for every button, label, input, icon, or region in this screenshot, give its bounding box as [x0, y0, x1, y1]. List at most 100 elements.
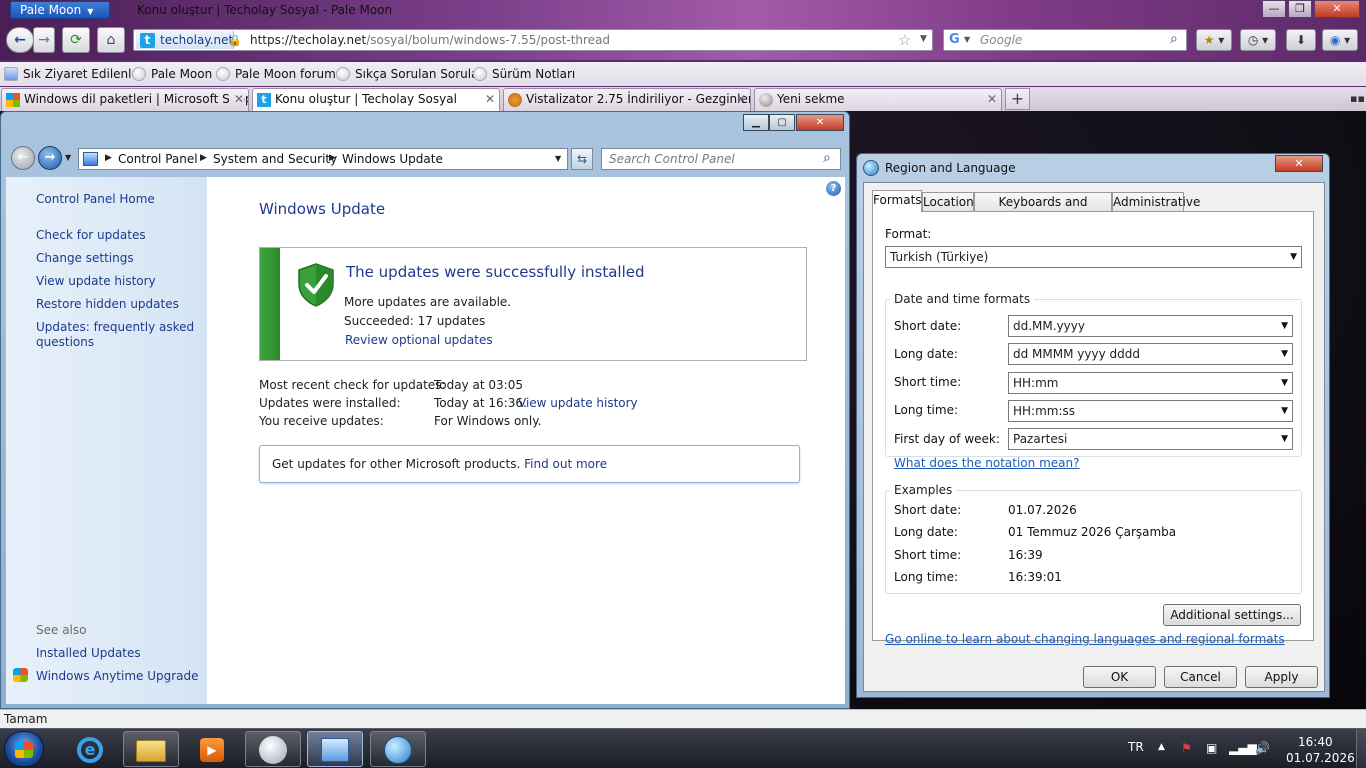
cp-search-input[interactable]: Search Control Panel [609, 152, 735, 166]
link-change-settings[interactable]: Change settings [36, 251, 134, 265]
recent-pages-dropdown-icon[interactable]: ▼ [65, 153, 71, 162]
breadcrumb-arrow-icon[interactable]: ▶ [105, 153, 112, 163]
taskbar-media-player[interactable]: ▶ [184, 731, 240, 767]
site-identity-button[interactable]: t techolay.net [136, 31, 234, 49]
link-find-out-more[interactable]: Find out more [524, 457, 607, 471]
clock-time[interactable]: 16:40 [1298, 735, 1333, 749]
tab-close-icon[interactable]: ✕ [987, 89, 997, 110]
long-time-select[interactable]: HH:mm:ss ▼ [1008, 400, 1293, 422]
tab-formats[interactable]: Formats [872, 190, 922, 212]
link-windows-anytime-upgrade[interactable]: Windows Anytime Upgrade [36, 669, 199, 683]
addons-button[interactable]: ◉ ▾ [1322, 29, 1358, 51]
cancel-button[interactable]: Cancel [1164, 666, 1237, 688]
input-language-indicator[interactable]: TR [1128, 740, 1144, 754]
network-signal-icon[interactable]: ▂▄▆ [1229, 741, 1257, 755]
long-date-select[interactable]: dd MMMM yyyy dddd ▼ [1008, 343, 1293, 365]
breadcrumb-control-panel[interactable]: Control Panel [118, 152, 198, 166]
first-day-select[interactable]: Pazartesi ▼ [1008, 428, 1293, 450]
ok-button[interactable]: OK [1083, 666, 1156, 688]
additional-settings-button[interactable]: Additional settings... [1163, 604, 1301, 626]
clock-date[interactable]: 01.07.2026 [1286, 751, 1355, 765]
taskbar-explorer[interactable] [123, 731, 179, 767]
home-button[interactable]: ⌂ [97, 27, 125, 53]
bookmark-most-visited[interactable]: Sık Ziyaret Edilenler [4, 67, 144, 81]
cp-address-bar[interactable]: ▶ Control Panel ▶ System and Security ▶ … [78, 148, 568, 170]
link-online-help[interactable]: Go online to learn about changing langua… [885, 632, 1305, 646]
short-date-select[interactable]: dd.MM.yyyy ▼ [1008, 315, 1293, 337]
search-engine-icon[interactable]: G [949, 32, 960, 47]
search-icon[interactable]: ⌕ [1170, 31, 1178, 47]
cp-back-button[interactable]: ← [11, 146, 35, 170]
taskbar-region-language[interactable] [370, 731, 426, 767]
bookmark-pale-moon-forum[interactable]: Pale Moon forum [216, 67, 336, 81]
bookmark-faq[interactable]: Sıkça Sorulan Sorular [336, 67, 483, 81]
breadcrumb-arrow-icon[interactable]: ▶ [329, 153, 336, 163]
tab-windows-language-packs[interactable]: Windows dil paketleri | Microsoft Supp ✕ [1, 88, 249, 111]
apply-button[interactable]: Apply [1245, 666, 1318, 688]
show-desktop-button[interactable] [1356, 729, 1366, 768]
short-time-select[interactable]: HH:mm ▼ [1008, 372, 1293, 394]
history-button[interactable]: ◷ ▾ [1240, 29, 1276, 51]
tab-close-icon[interactable]: ✕ [736, 89, 746, 110]
tab-vistalizator[interactable]: Vistalizator 2.75 İndiriliyor - Gezginle… [503, 88, 751, 111]
taskbar-internet-explorer[interactable]: e [62, 731, 118, 767]
url-history-dropdown-icon[interactable]: ▼ [920, 34, 927, 44]
breadcrumb-windows-update[interactable]: Windows Update [342, 152, 443, 166]
url-text[interactable]: https://techolay.net/sosyal/bolum/window… [250, 33, 610, 47]
forward-button[interactable]: → [33, 27, 55, 53]
dialog-close-button[interactable]: ✕ [1275, 155, 1323, 172]
search-icon[interactable]: ⌕ [823, 150, 831, 166]
address-dropdown-icon[interactable]: ▼ [555, 154, 561, 163]
breadcrumb-system-security[interactable]: System and Security [213, 152, 337, 166]
tab-new-tab[interactable]: Yeni sekme ✕ [754, 88, 1002, 111]
search-bar[interactable]: G ▼ Google ⌕ [943, 29, 1187, 51]
search-engine-dropdown-icon[interactable]: ▼ [964, 35, 970, 44]
link-review-optional-updates[interactable]: Review optional updates [345, 333, 493, 347]
link-installed-updates[interactable]: Installed Updates [36, 646, 141, 660]
format-select[interactable]: Turkish (Türkiye) ▼ [885, 246, 1302, 268]
link-check-for-updates[interactable]: Check for updates [36, 228, 146, 242]
cp-search-box[interactable]: Search Control Panel ⌕ [601, 148, 841, 170]
tab-close-icon[interactable]: ✕ [485, 89, 495, 110]
help-icon[interactable]: ? [826, 181, 841, 196]
bookmark-pale-moon[interactable]: Pale Moon [132, 67, 212, 81]
bookmark-star-icon[interactable]: ☆ [898, 31, 911, 49]
cp-refresh-button[interactable]: ⇆ [571, 148, 593, 170]
breadcrumb-arrow-icon[interactable]: ▶ [200, 153, 207, 163]
link-notation[interactable]: What does the notation mean? [894, 456, 1079, 470]
cp-close-button[interactable]: ✕ [796, 114, 844, 131]
new-tab-button[interactable]: + [1005, 88, 1030, 110]
minimize-button[interactable]: — [1262, 0, 1286, 18]
tab-list-icon[interactable]: ▪▪ [1350, 92, 1365, 105]
tab-close-icon[interactable]: ✕ [229, 89, 244, 110]
reload-button[interactable]: ⟳ [62, 27, 90, 53]
link-view-update-history-inline[interactable]: View update history [518, 396, 638, 410]
bookmark-release-notes[interactable]: Sürüm Notları [473, 67, 575, 81]
taskbar-control-panel[interactable] [307, 731, 363, 767]
action-center-flag-icon[interactable]: ⚑ [1181, 741, 1192, 755]
cp-forward-button[interactable]: → [38, 146, 62, 170]
url-bar[interactable]: t techolay.net 🔒 https://techolay.net/so… [133, 29, 933, 51]
tab-keyboards-languages[interactable]: Keyboards and Languages [974, 192, 1112, 227]
tab-techolay[interactable]: t Konu oluştur | Techolay Sosyal ✕ [252, 88, 500, 111]
link-view-update-history[interactable]: View update history [36, 274, 156, 288]
show-hidden-icons-icon[interactable]: ▲ [1158, 742, 1165, 752]
close-button[interactable]: ✕ [1314, 0, 1360, 18]
bookmarks-menu-button[interactable]: ★ ▾ [1196, 29, 1232, 51]
link-restore-hidden-updates[interactable]: Restore hidden updates [36, 297, 179, 311]
search-input[interactable]: Google [980, 33, 1022, 47]
downloads-button[interactable]: ⬇ [1286, 29, 1316, 51]
tab-administrative[interactable]: Administrative [1112, 192, 1200, 211]
maximize-button[interactable]: ❐ [1288, 0, 1312, 18]
cp-minimize-button[interactable]: ▁ [743, 114, 769, 131]
taskbar-pale-moon[interactable] [245, 731, 301, 767]
start-button[interactable] [4, 731, 44, 767]
tab-location[interactable]: Location [922, 192, 974, 211]
pale-moon-menu-button[interactable]: Pale Moon ▼ [10, 1, 110, 19]
removable-device-icon[interactable]: ▣ [1206, 741, 1217, 755]
back-button[interactable]: ← [6, 27, 34, 53]
cp-maximize-button[interactable]: ▢ [769, 114, 795, 131]
link-updates-faq[interactable]: Updates: frequently asked questions [36, 320, 196, 350]
link-control-panel-home[interactable]: Control Panel Home [36, 192, 155, 206]
volume-icon[interactable]: 🔊 [1255, 741, 1270, 755]
